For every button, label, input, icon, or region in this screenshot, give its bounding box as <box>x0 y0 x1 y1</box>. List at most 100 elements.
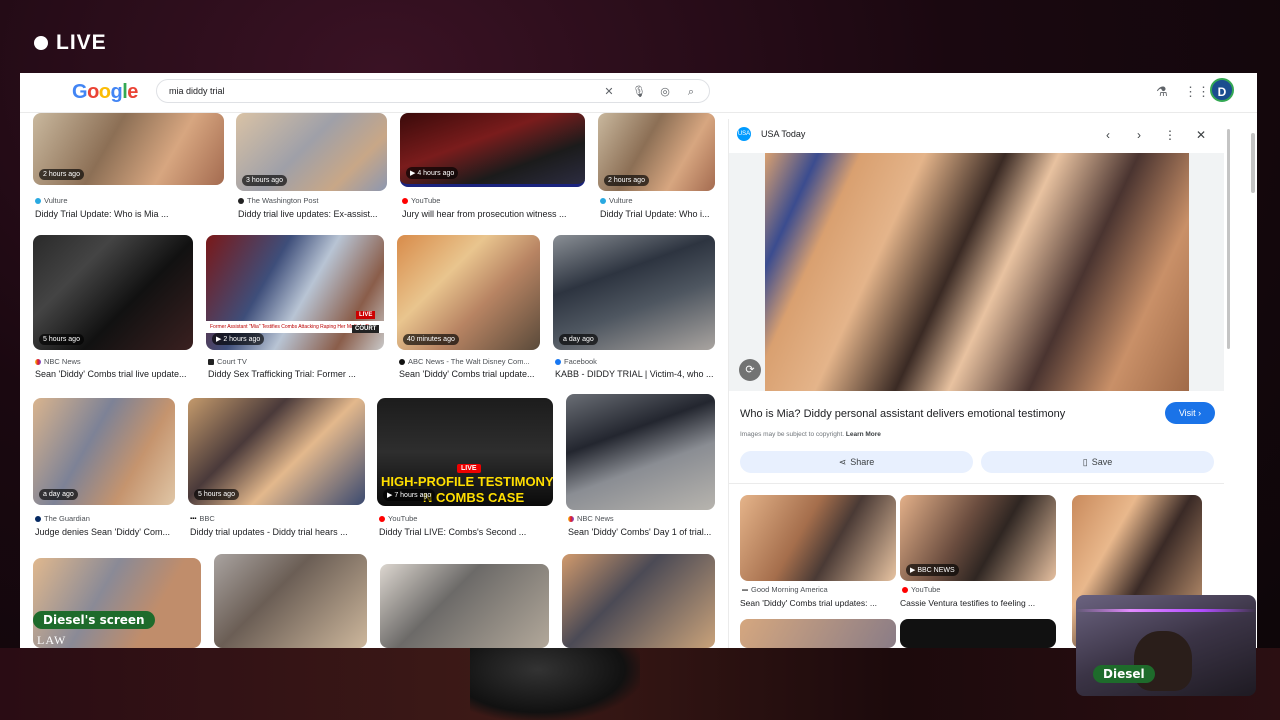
search-icon[interactable]: ⌕ <box>683 84 699 100</box>
learn-more-link[interactable]: Learn More <box>846 431 881 438</box>
page-scrollbar[interactable] <box>1251 133 1255 193</box>
close-icon[interactable]: ✕ <box>1193 127 1209 143</box>
result-title[interactable]: Sean 'Diddy' Combs trial update... <box>399 369 540 379</box>
result-thumbnail[interactable]: a day ago <box>553 235 715 350</box>
result-title[interactable]: Diddy trial updates - Diddy trial hears … <box>190 527 365 537</box>
previous-icon[interactable]: ‹ <box>1100 127 1116 143</box>
result-title[interactable]: Diddy Trial Update: Who is Mia ... <box>35 209 220 219</box>
result-title[interactable]: Sean 'Diddy' Combs trial live update... <box>35 369 193 379</box>
result-title[interactable]: Diddy trial live updates: Ex-assist... <box>238 209 387 219</box>
result-source: NBC News <box>35 357 81 366</box>
share-icon: ⋖ <box>838 456 847 467</box>
next-icon[interactable]: › <box>1131 127 1147 143</box>
live-indicator: LIVE <box>34 31 107 55</box>
result-title[interactable]: Sean 'Diddy' Combs' Day 1 of trial... <box>568 527 715 537</box>
related-thumbnail[interactable] <box>900 619 1056 648</box>
apps-grid-icon[interactable]: ⋮⋮ <box>1184 83 1210 101</box>
time-badge: 5 hours ago <box>194 489 239 500</box>
search-input[interactable] <box>169 86 589 96</box>
youtube-icon <box>902 586 908 593</box>
image-results-grid: 2 hours ago Vulture Diddy Trial Update: … <box>20 113 720 648</box>
result-thumbnail[interactable]: 5 hours ago <box>188 398 365 505</box>
result-thumbnail[interactable]: a day ago <box>33 398 175 505</box>
result-source: YouTube <box>402 196 440 205</box>
led-strip <box>1076 609 1256 612</box>
result-source: Court TV <box>208 357 247 366</box>
courttv-icon <box>208 358 214 365</box>
share-button[interactable]: ⋖ Share <box>740 451 973 473</box>
screen-share-label: Diesel's screen <box>33 611 155 629</box>
time-badge: 40 minutes ago <box>403 334 459 345</box>
source-logo-icon <box>600 197 606 204</box>
facebook-icon <box>555 358 561 365</box>
result-thumbnail[interactable]: 5 hours ago <box>33 235 193 350</box>
related-source: ▬ Good Morning America <box>742 585 828 594</box>
result-thumbnail[interactable] <box>214 554 367 648</box>
result-title[interactable]: Diddy Sex Trafficking Trial: Former ... <box>208 369 384 379</box>
more-options-icon[interactable]: ⋮ <box>1162 127 1178 143</box>
result-source: The Guardian <box>35 514 90 523</box>
result-source: Vulture <box>35 196 68 205</box>
labs-icon[interactable]: ⚗ <box>1153 83 1171 101</box>
courtroom-sketch <box>765 153 1189 391</box>
lens-search-icon[interactable]: ⟳ <box>739 359 761 381</box>
related-title[interactable]: Cassie Ventura testifies to feeling ... <box>900 598 1056 608</box>
live-label: LIVE <box>56 31 107 54</box>
result-thumbnail[interactable]: 2 hours ago <box>598 113 715 191</box>
result-thumbnail[interactable]: LIVE HIGH-PROFILE TESTIMONY N COMBS CASE… <box>377 398 553 506</box>
result-title[interactable]: Diddy Trial LIVE: Combs's Second ... <box>379 527 553 537</box>
result-thumbnail[interactable]: 2 hours ago <box>33 113 224 185</box>
nbc-icon <box>568 515 574 522</box>
result-thumbnail[interactable] <box>380 564 549 648</box>
result-thumbnail[interactable] <box>566 394 715 510</box>
result-thumbnail[interactable]: 3 hours ago <box>236 113 387 191</box>
related-thumbnail[interactable]: ▶ BBC NEWS <box>900 495 1056 581</box>
time-badge: 2 hours ago <box>604 175 649 186</box>
account-avatar[interactable]: D <box>1210 78 1234 102</box>
google-header: Google ✕ 🎙 ◎ ⌕ ⚗ ⋮⋮ D <box>20 73 1257 113</box>
time-badge: ▶ 4 hours ago <box>406 167 459 179</box>
courttv-logo: COURT <box>352 325 380 333</box>
preview-image[interactable]: ⟳ <box>729 153 1224 391</box>
result-title[interactable]: Jury will hear from prosecution witness … <box>402 209 585 219</box>
browser-window: Google ✕ 🎙 ◎ ⌕ ⚗ ⋮⋮ D 2 hours ago Vultur… <box>20 73 1257 648</box>
guardian-icon <box>35 515 41 522</box>
result-source: Facebook <box>555 357 597 366</box>
voice-search-icon[interactable]: 🎙 <box>631 84 647 100</box>
time-badge: a day ago <box>39 489 78 500</box>
panel-scrollbar[interactable] <box>1227 129 1230 349</box>
related-thumbnail[interactable] <box>740 619 896 648</box>
search-box[interactable]: ✕ 🎙 ◎ ⌕ <box>156 79 710 103</box>
result-thumbnail[interactable]: Former Assistant "Mia" Testifies Combs A… <box>206 235 384 350</box>
result-title[interactable]: Judge denies Sean 'Diddy' Com... <box>35 527 175 537</box>
save-button[interactable]: ▯ Save <box>981 451 1214 473</box>
webcam-name-label: Diesel <box>1093 665 1155 683</box>
preview-title[interactable]: Who is Mia? Diddy personal assistant del… <box>740 408 1065 420</box>
gma-icon: ▬ <box>742 586 748 593</box>
visit-button[interactable]: Visit › <box>1165 402 1215 424</box>
time-badge: a day ago <box>559 334 598 345</box>
image-preview-panel: USA USA Today ‹ › ⋮ ✕ ⟳ Who is Mia? Didd… <box>728 119 1231 648</box>
related-source: YouTube <box>902 585 940 594</box>
youtube-icon <box>402 197 408 204</box>
google-logo[interactable]: Google <box>72 81 138 104</box>
nbc-icon <box>35 358 41 365</box>
result-source: Vulture <box>600 196 633 205</box>
result-source: YouTube <box>379 514 417 523</box>
result-thumbnail[interactable]: 40 minutes ago <box>397 235 540 350</box>
result-thumbnail[interactable] <box>562 554 715 648</box>
result-title[interactable]: KABB - DIDDY TRIAL | Victim-4, who ... <box>555 369 715 379</box>
live-dot-icon <box>34 36 48 50</box>
result-source: The Washington Post <box>238 196 318 205</box>
law-watermark: LAW <box>37 633 67 647</box>
usa-today-logo-icon: USA <box>737 127 751 141</box>
related-title[interactable]: Sean 'Diddy' Combs trial updates: ... <box>740 598 896 608</box>
clear-icon[interactable]: ✕ <box>601 84 617 100</box>
lens-icon[interactable]: ◎ <box>657 84 673 100</box>
related-thumbnail[interactable] <box>740 495 896 581</box>
microphone-silhouette <box>470 648 640 720</box>
time-badge: 3 hours ago <box>242 175 287 186</box>
result-thumbnail[interactable]: ▶ 4 hours ago <box>400 113 585 187</box>
preview-source[interactable]: USA USA Today <box>737 127 805 141</box>
result-title[interactable]: Diddy Trial Update: Who i... <box>600 209 715 219</box>
